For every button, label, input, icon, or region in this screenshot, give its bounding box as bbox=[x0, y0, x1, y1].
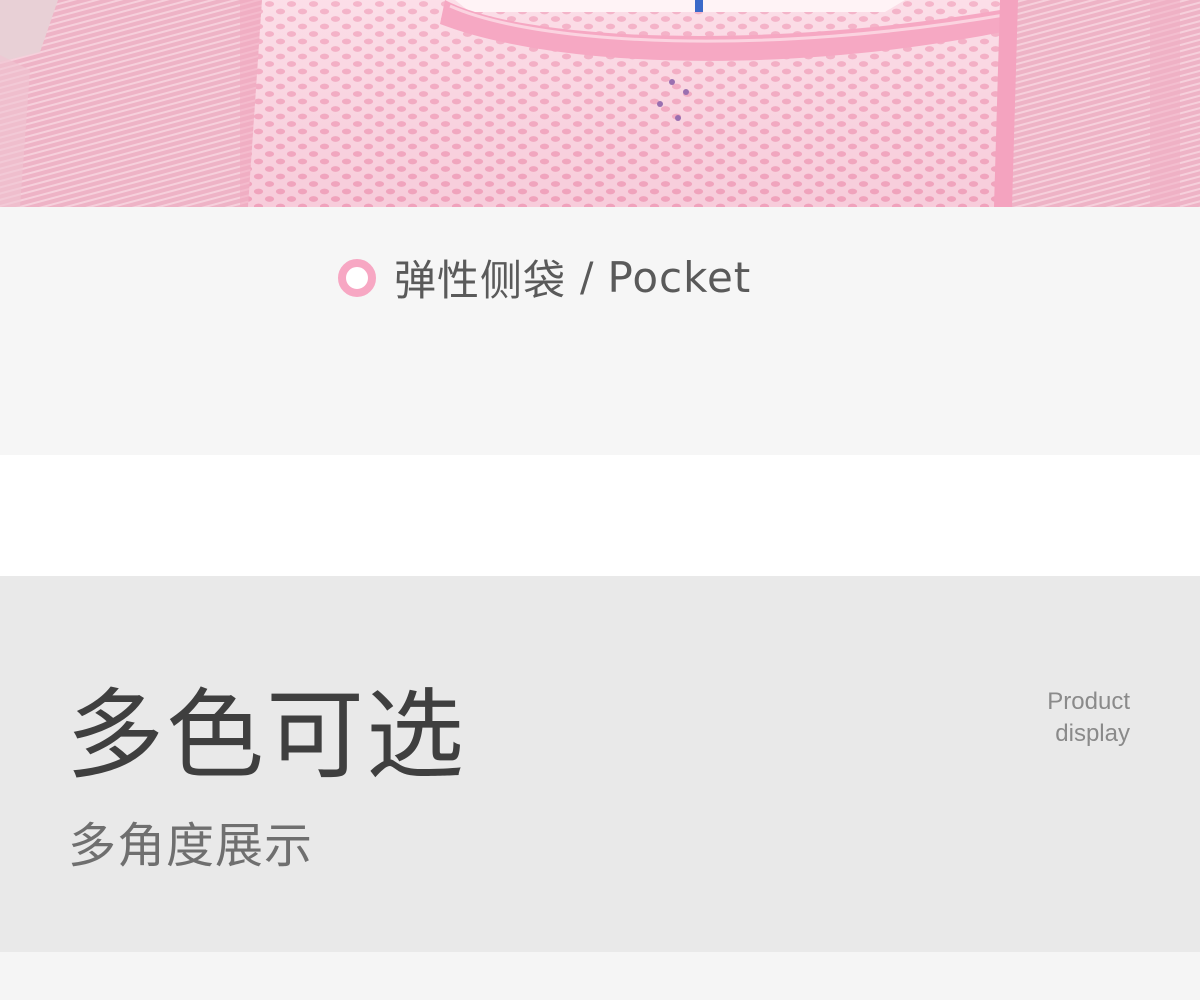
caption-title-cn: 弹性侧袋 bbox=[394, 256, 567, 305]
feature-caption: 弹性侧袋 / Pocket bbox=[338, 247, 751, 308]
caption-separator: / bbox=[580, 254, 594, 301]
caption-title-en: Pocket bbox=[607, 253, 752, 302]
section-title: 多色可选 bbox=[66, 679, 467, 793]
section-en-line2: display bbox=[1055, 720, 1130, 747]
feature-caption-band: 弹性侧袋 / Pocket bbox=[0, 207, 1200, 455]
section-en-line1: Product bbox=[1047, 688, 1130, 715]
section-header: 多色可选 多角度展示 Product display bbox=[0, 576, 1200, 952]
section-spacer bbox=[0, 455, 1200, 576]
section-subtitle: 多角度展示 bbox=[68, 818, 314, 874]
bottom-strip bbox=[0, 952, 1200, 1000]
section-english-label: Product display bbox=[1047, 686, 1130, 750]
ring-bullet-icon bbox=[338, 258, 376, 297]
backpack-pocket-photo bbox=[0, 0, 1200, 207]
product-detail-page: 弹性侧袋 / Pocket 多色可选 多角度展示 Product display bbox=[0, 0, 1200, 1000]
